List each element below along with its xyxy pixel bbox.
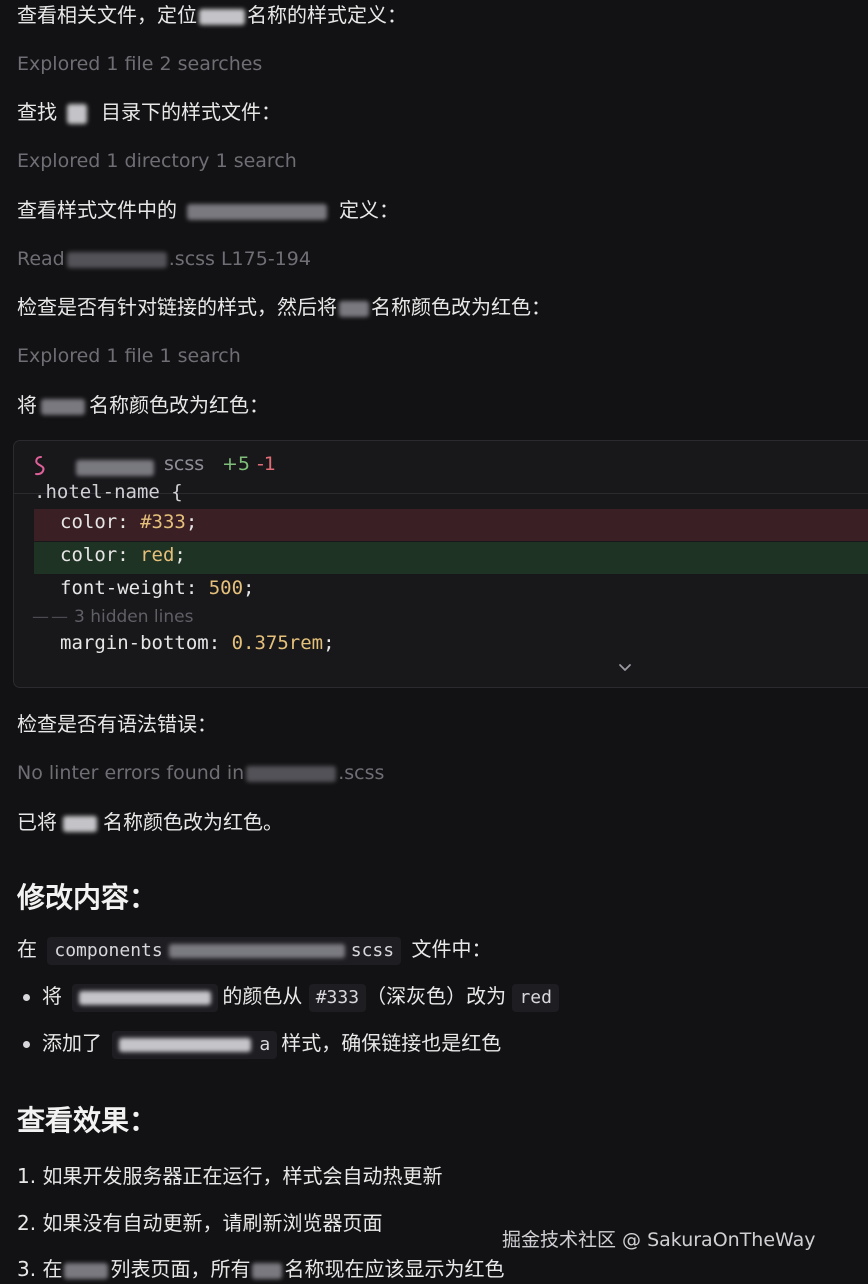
inline-code-new-color: red [512, 983, 559, 1012]
step-message: 查找 目录下的样式文件： [17, 97, 281, 127]
tool-status[interactable]: Explored 1 file 1 search [17, 341, 241, 371]
bullet-icon [23, 994, 30, 1001]
tool-status-text: .scss L175-194 [168, 248, 311, 270]
file-extension: scss [164, 453, 205, 475]
bullet-icon [23, 1041, 30, 1048]
code-line: font-weight: 500; [60, 577, 255, 599]
tool-status[interactable]: Explored 1 file 2 searches [17, 49, 262, 79]
tool-status-text: Explored 1 directory 1 search [17, 150, 297, 172]
tool-status-text: No linter errors found in [17, 762, 245, 784]
step-message: 检查是否有针对链接的样式，然后将 名称颜色改为红色： [17, 292, 551, 322]
step-message: 将 名称颜色改为红色： [17, 390, 269, 420]
tool-status-text: Explored 1 file 1 search [17, 345, 241, 367]
code-diff-card[interactable]: scss +5 -1 .hotel-name { color: #333; co… [13, 440, 868, 688]
redacted-text [41, 398, 85, 415]
inline-code-old-color: #333 [308, 983, 367, 1012]
inline-code-selector [72, 983, 219, 1012]
redacted-text [199, 8, 245, 25]
step-message: 查看样式文件中的 定义： [17, 195, 399, 225]
step-text: 检查是否有语法错误： [17, 712, 217, 736]
inline-code-selector: a [112, 1030, 278, 1059]
tool-status[interactable]: Explored 1 directory 1 search [17, 146, 297, 176]
redacted-text [66, 251, 167, 268]
step-text: 已将 [17, 810, 57, 834]
tool-status[interactable]: Read .scss L175-194 [17, 244, 311, 274]
step-text: 名称颜色改为红色： [371, 295, 551, 319]
redacted-text [64, 1262, 109, 1279]
tool-status-text: .scss [338, 762, 385, 784]
step-text: 目录下的样式文件： [101, 100, 281, 124]
step-text: 名称的样式定义： [247, 3, 407, 27]
step-text: 查看相关文件，定位 [17, 3, 197, 27]
redacted-text [63, 815, 97, 832]
tool-status-text: Read [17, 248, 65, 270]
inline-code-path: components scss [47, 936, 402, 965]
redacted-text [339, 300, 369, 317]
tool-status[interactable]: No linter errors found in .scss [17, 758, 384, 788]
redacted-text [246, 765, 337, 782]
step-text: 名称颜色改为红色。 [103, 810, 283, 834]
step-text: 将 [17, 393, 37, 417]
lines-removed-count: -1 [257, 453, 276, 475]
scss-file-icon [35, 456, 45, 476]
watermark: 掘金技术社区 @ SakuraOnTheWay [502, 1229, 816, 1251]
step-text: 查找 [17, 100, 57, 124]
added-code-line: color: red; [60, 544, 186, 566]
removed-code-line: color: #333; [60, 511, 198, 533]
list-item: 将 的颜色从 #333 （深灰色）改为 red [17, 981, 559, 1012]
hidden-lines-toggle[interactable]: —— 3 hidden lines [32, 607, 193, 627]
step-text: 查看样式文件中的 [17, 198, 177, 222]
step-text: 检查是否有针对链接的样式，然后将 [17, 295, 337, 319]
redacted-text [67, 103, 87, 124]
code-line: margin-bottom: 0.375rem; [60, 632, 335, 654]
section-heading-changes: 修改内容： [17, 881, 158, 914]
redacted-text [252, 1262, 283, 1279]
step-message: 查看相关文件，定位 名称的样式定义： [17, 0, 407, 30]
tool-status-text: Explored 1 file 2 searches [17, 53, 263, 75]
step-message: 已将 名称颜色改为红色。 [17, 807, 283, 837]
step-message: 检查是否有语法错误： [17, 709, 217, 739]
lines-added-count: +5 [222, 453, 251, 475]
redacted-text [187, 203, 327, 220]
code-selector-line: .hotel-name { [34, 481, 183, 503]
chat-transcript: 查看相关文件，定位 名称的样式定义： Explored 1 file 2 sear… [0, 0, 868, 1281]
list-item: 1. 如果开发服务器正在运行，样式会自动热更新 [17, 1164, 443, 1188]
list-item: 添加了 a 样式，确保链接也是红色 [17, 1028, 501, 1059]
step-text: 定义： [339, 198, 399, 222]
changes-file-line: 在 components scss 文件中： [17, 934, 491, 965]
step-text: 名称颜色改为红色： [89, 393, 269, 417]
redacted-filename [76, 460, 154, 476]
section-heading-effect: 查看效果： [17, 1104, 158, 1137]
chevron-down-icon[interactable] [618, 661, 632, 675]
list-item: 2. 如果没有自动更新，请刷新浏览器页面 [17, 1211, 383, 1235]
